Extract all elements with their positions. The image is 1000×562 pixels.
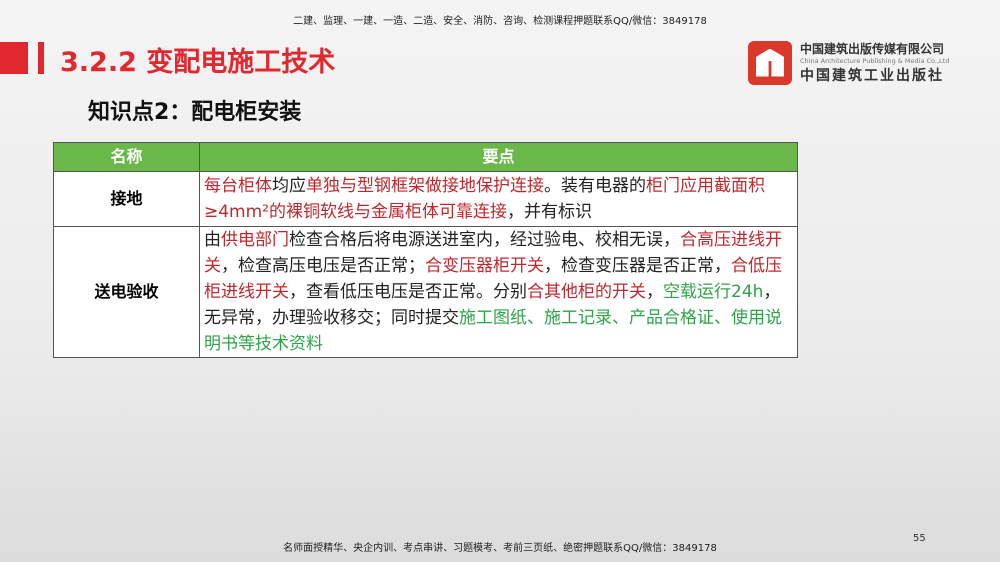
text-segment: ，查看低压电压是否正常。分别 — [289, 282, 527, 302]
header-name: 名称 — [53, 142, 200, 172]
publisher-logo: 中国建筑出版传媒有限公司 China Architecture Publishi… — [748, 40, 949, 85]
text-segment: 检查合格后将电源送进室内，经过验电、校相无误， — [289, 230, 680, 250]
table-row: 接地 每台柜体均应单独与型钢框架做接地保护连接。装有电器的柜门应用截面积≥4mm… — [53, 171, 798, 227]
text-segment: ，检查高压电压是否正常； — [221, 256, 425, 276]
text-segment: 由 — [204, 230, 221, 250]
top-banner: 二建、监理、一建、一造、二造、安全、消防、咨询、检测课程押题联系QQ/微信：38… — [293, 16, 707, 27]
text-segment: ，并有标识 — [507, 202, 592, 222]
bottom-banner: 名师面授精华、央企内训、考点串讲、习题模考、考前三页纸、绝密押题联系QQ/微信：… — [283, 543, 717, 554]
highlight-segment: 空载运行24h — [663, 282, 764, 302]
table-header: 名称 要点 — [53, 142, 798, 172]
row-content: 由供电部门检查合格后将电源送进室内，经过验电、校相无误，合高压进线开关，检查高压… — [199, 226, 798, 358]
highlight-segment: 单独与型钢框架做接地保护连接 — [306, 176, 544, 196]
title-accent-bar-small — [38, 42, 44, 74]
text-segment: ， — [646, 282, 663, 302]
row-name: 送电验收 — [53, 226, 200, 358]
logo-cn: 中国建筑出版传媒有限公司 — [800, 42, 945, 56]
logo-en: China Architecture Publishing & Media Co… — [800, 57, 950, 65]
highlight-segment: 合其他柜的开关 — [527, 282, 646, 302]
slide-title: 3.2.2 变配电施工技术 — [60, 47, 336, 78]
row-content: 每台柜体均应单独与型钢框架做接地保护连接。装有电器的柜门应用截面积≥4mm²的裸… — [199, 171, 798, 227]
table-row: 送电验收 由供电部门检查合格后将电源送进室内，经过验电、校相无误，合高压进线开关… — [53, 226, 798, 358]
content-table: 名称 要点 接地 每台柜体均应单独与型钢框架做接地保护连接。装有电器的柜门应用截… — [53, 142, 798, 358]
highlight-segment: 合变压器柜开关 — [425, 256, 544, 276]
logo-cn2: 中国建筑工业出版社 — [800, 68, 944, 84]
publisher-logo-icon — [748, 40, 792, 85]
row-name: 接地 — [53, 171, 200, 227]
text-segment: ，检查变压器是否正常， — [544, 256, 731, 276]
text-segment: 。装有电器的 — [544, 176, 646, 196]
slide-subtitle: 知识点2：配电柜安装 — [88, 100, 302, 125]
title-accent-bar — [0, 42, 28, 74]
header-points: 要点 — [199, 142, 798, 172]
page-number: 55 — [913, 533, 926, 544]
text-segment: 均应 — [272, 176, 306, 196]
highlight-segment: 每台柜体 — [204, 176, 272, 196]
highlight-segment: 供电部门 — [221, 230, 289, 250]
